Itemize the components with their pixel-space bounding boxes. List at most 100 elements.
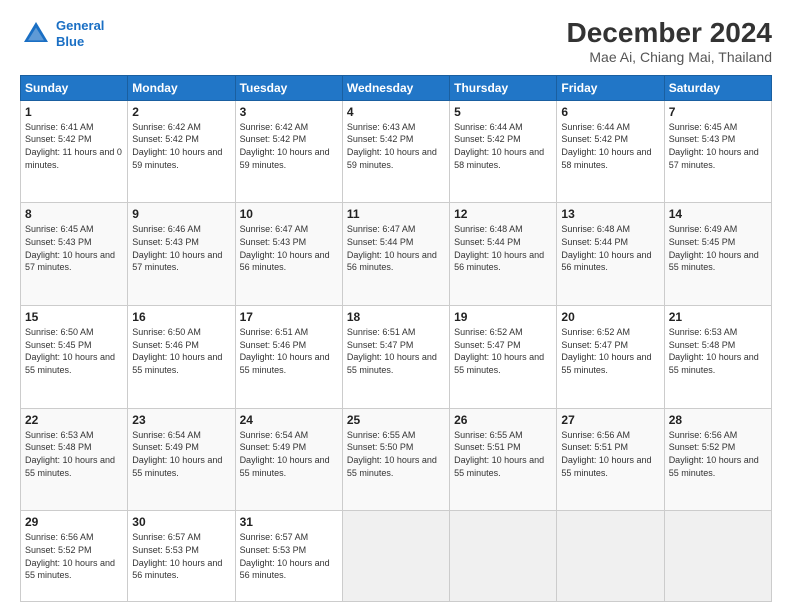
day-number: 15 bbox=[25, 310, 123, 324]
table-row: 26 Sunrise: 6:55 AMSunset: 5:51 PMDaylig… bbox=[450, 408, 557, 511]
col-friday: Friday bbox=[557, 75, 664, 100]
empty-cell bbox=[342, 511, 449, 602]
day-number: 14 bbox=[669, 207, 767, 221]
day-number: 19 bbox=[454, 310, 552, 324]
table-row: 11 Sunrise: 6:47 AMSunset: 5:44 PMDaylig… bbox=[342, 203, 449, 306]
day-number: 3 bbox=[240, 105, 338, 119]
table-row: 15 Sunrise: 6:50 AMSunset: 5:45 PMDaylig… bbox=[21, 306, 128, 409]
col-wednesday: Wednesday bbox=[342, 75, 449, 100]
day-info: Sunrise: 6:42 AMSunset: 5:42 PMDaylight:… bbox=[132, 121, 230, 171]
table-row: 16 Sunrise: 6:50 AMSunset: 5:46 PMDaylig… bbox=[128, 306, 235, 409]
logo-text: General Blue bbox=[56, 18, 104, 49]
day-info: Sunrise: 6:52 AMSunset: 5:47 PMDaylight:… bbox=[561, 326, 659, 376]
day-number: 6 bbox=[561, 105, 659, 119]
day-number: 29 bbox=[25, 515, 123, 529]
table-row: 24 Sunrise: 6:54 AMSunset: 5:49 PMDaylig… bbox=[235, 408, 342, 511]
calendar-week-1: 1 Sunrise: 6:41 AMSunset: 5:42 PMDayligh… bbox=[21, 100, 772, 203]
day-number: 2 bbox=[132, 105, 230, 119]
day-number: 22 bbox=[25, 413, 123, 427]
table-row: 9 Sunrise: 6:46 AMSunset: 5:43 PMDayligh… bbox=[128, 203, 235, 306]
day-info: Sunrise: 6:56 AMSunset: 5:51 PMDaylight:… bbox=[561, 429, 659, 479]
day-number: 21 bbox=[669, 310, 767, 324]
day-info: Sunrise: 6:47 AMSunset: 5:43 PMDaylight:… bbox=[240, 223, 338, 273]
table-row: 7 Sunrise: 6:45 AMSunset: 5:43 PMDayligh… bbox=[664, 100, 771, 203]
col-tuesday: Tuesday bbox=[235, 75, 342, 100]
day-number: 25 bbox=[347, 413, 445, 427]
table-row: 13 Sunrise: 6:48 AMSunset: 5:44 PMDaylig… bbox=[557, 203, 664, 306]
calendar-week-3: 15 Sunrise: 6:50 AMSunset: 5:45 PMDaylig… bbox=[21, 306, 772, 409]
day-info: Sunrise: 6:55 AMSunset: 5:51 PMDaylight:… bbox=[454, 429, 552, 479]
col-saturday: Saturday bbox=[664, 75, 771, 100]
table-row: 3 Sunrise: 6:42 AMSunset: 5:42 PMDayligh… bbox=[235, 100, 342, 203]
day-number: 8 bbox=[25, 207, 123, 221]
day-info: Sunrise: 6:48 AMSunset: 5:44 PMDaylight:… bbox=[454, 223, 552, 273]
calendar-week-5: 29 Sunrise: 6:56 AMSunset: 5:52 PMDaylig… bbox=[21, 511, 772, 602]
calendar-week-4: 22 Sunrise: 6:53 AMSunset: 5:48 PMDaylig… bbox=[21, 408, 772, 511]
month-title: December 2024 bbox=[567, 18, 772, 49]
day-info: Sunrise: 6:53 AMSunset: 5:48 PMDaylight:… bbox=[25, 429, 123, 479]
day-info: Sunrise: 6:57 AMSunset: 5:53 PMDaylight:… bbox=[240, 531, 338, 581]
table-row: 23 Sunrise: 6:54 AMSunset: 5:49 PMDaylig… bbox=[128, 408, 235, 511]
day-info: Sunrise: 6:42 AMSunset: 5:42 PMDaylight:… bbox=[240, 121, 338, 171]
day-info: Sunrise: 6:45 AMSunset: 5:43 PMDaylight:… bbox=[669, 121, 767, 171]
day-info: Sunrise: 6:53 AMSunset: 5:48 PMDaylight:… bbox=[669, 326, 767, 376]
day-info: Sunrise: 6:47 AMSunset: 5:44 PMDaylight:… bbox=[347, 223, 445, 273]
day-info: Sunrise: 6:54 AMSunset: 5:49 PMDaylight:… bbox=[132, 429, 230, 479]
empty-cell bbox=[450, 511, 557, 602]
table-row: 6 Sunrise: 6:44 AMSunset: 5:42 PMDayligh… bbox=[557, 100, 664, 203]
day-number: 1 bbox=[25, 105, 123, 119]
table-row: 1 Sunrise: 6:41 AMSunset: 5:42 PMDayligh… bbox=[21, 100, 128, 203]
table-row: 21 Sunrise: 6:53 AMSunset: 5:48 PMDaylig… bbox=[664, 306, 771, 409]
table-row: 12 Sunrise: 6:48 AMSunset: 5:44 PMDaylig… bbox=[450, 203, 557, 306]
logo-line1: General bbox=[56, 18, 104, 33]
day-info: Sunrise: 6:44 AMSunset: 5:42 PMDaylight:… bbox=[454, 121, 552, 171]
col-monday: Monday bbox=[128, 75, 235, 100]
day-number: 20 bbox=[561, 310, 659, 324]
day-number: 24 bbox=[240, 413, 338, 427]
table-row: 30 Sunrise: 6:57 AMSunset: 5:53 PMDaylig… bbox=[128, 511, 235, 602]
day-info: Sunrise: 6:55 AMSunset: 5:50 PMDaylight:… bbox=[347, 429, 445, 479]
day-number: 27 bbox=[561, 413, 659, 427]
table-row: 22 Sunrise: 6:53 AMSunset: 5:48 PMDaylig… bbox=[21, 408, 128, 511]
col-sunday: Sunday bbox=[21, 75, 128, 100]
table-row: 25 Sunrise: 6:55 AMSunset: 5:50 PMDaylig… bbox=[342, 408, 449, 511]
logo: General Blue bbox=[20, 18, 104, 50]
day-number: 26 bbox=[454, 413, 552, 427]
day-number: 31 bbox=[240, 515, 338, 529]
day-info: Sunrise: 6:49 AMSunset: 5:45 PMDaylight:… bbox=[669, 223, 767, 273]
day-info: Sunrise: 6:46 AMSunset: 5:43 PMDaylight:… bbox=[132, 223, 230, 273]
day-info: Sunrise: 6:51 AMSunset: 5:47 PMDaylight:… bbox=[347, 326, 445, 376]
day-info: Sunrise: 6:57 AMSunset: 5:53 PMDaylight:… bbox=[132, 531, 230, 581]
empty-cell bbox=[664, 511, 771, 602]
day-number: 9 bbox=[132, 207, 230, 221]
day-number: 23 bbox=[132, 413, 230, 427]
day-number: 17 bbox=[240, 310, 338, 324]
table-row: 19 Sunrise: 6:52 AMSunset: 5:47 PMDaylig… bbox=[450, 306, 557, 409]
day-number: 30 bbox=[132, 515, 230, 529]
table-row: 31 Sunrise: 6:57 AMSunset: 5:53 PMDaylig… bbox=[235, 511, 342, 602]
day-info: Sunrise: 6:45 AMSunset: 5:43 PMDaylight:… bbox=[25, 223, 123, 273]
day-info: Sunrise: 6:52 AMSunset: 5:47 PMDaylight:… bbox=[454, 326, 552, 376]
day-info: Sunrise: 6:56 AMSunset: 5:52 PMDaylight:… bbox=[25, 531, 123, 581]
header: General Blue December 2024 Mae Ai, Chian… bbox=[20, 18, 772, 65]
day-number: 16 bbox=[132, 310, 230, 324]
table-row: 14 Sunrise: 6:49 AMSunset: 5:45 PMDaylig… bbox=[664, 203, 771, 306]
day-info: Sunrise: 6:51 AMSunset: 5:46 PMDaylight:… bbox=[240, 326, 338, 376]
day-number: 18 bbox=[347, 310, 445, 324]
logo-line2: Blue bbox=[56, 34, 84, 49]
table-row: 27 Sunrise: 6:56 AMSunset: 5:51 PMDaylig… bbox=[557, 408, 664, 511]
col-thursday: Thursday bbox=[450, 75, 557, 100]
table-row: 20 Sunrise: 6:52 AMSunset: 5:47 PMDaylig… bbox=[557, 306, 664, 409]
day-number: 5 bbox=[454, 105, 552, 119]
calendar-container: General Blue December 2024 Mae Ai, Chian… bbox=[0, 0, 792, 612]
day-number: 13 bbox=[561, 207, 659, 221]
day-number: 4 bbox=[347, 105, 445, 119]
day-info: Sunrise: 6:44 AMSunset: 5:42 PMDaylight:… bbox=[561, 121, 659, 171]
table-row: 5 Sunrise: 6:44 AMSunset: 5:42 PMDayligh… bbox=[450, 100, 557, 203]
day-info: Sunrise: 6:43 AMSunset: 5:42 PMDaylight:… bbox=[347, 121, 445, 171]
day-info: Sunrise: 6:54 AMSunset: 5:49 PMDaylight:… bbox=[240, 429, 338, 479]
empty-cell bbox=[557, 511, 664, 602]
day-number: 10 bbox=[240, 207, 338, 221]
day-info: Sunrise: 6:48 AMSunset: 5:44 PMDaylight:… bbox=[561, 223, 659, 273]
calendar-header-row: Sunday Monday Tuesday Wednesday Thursday… bbox=[21, 75, 772, 100]
